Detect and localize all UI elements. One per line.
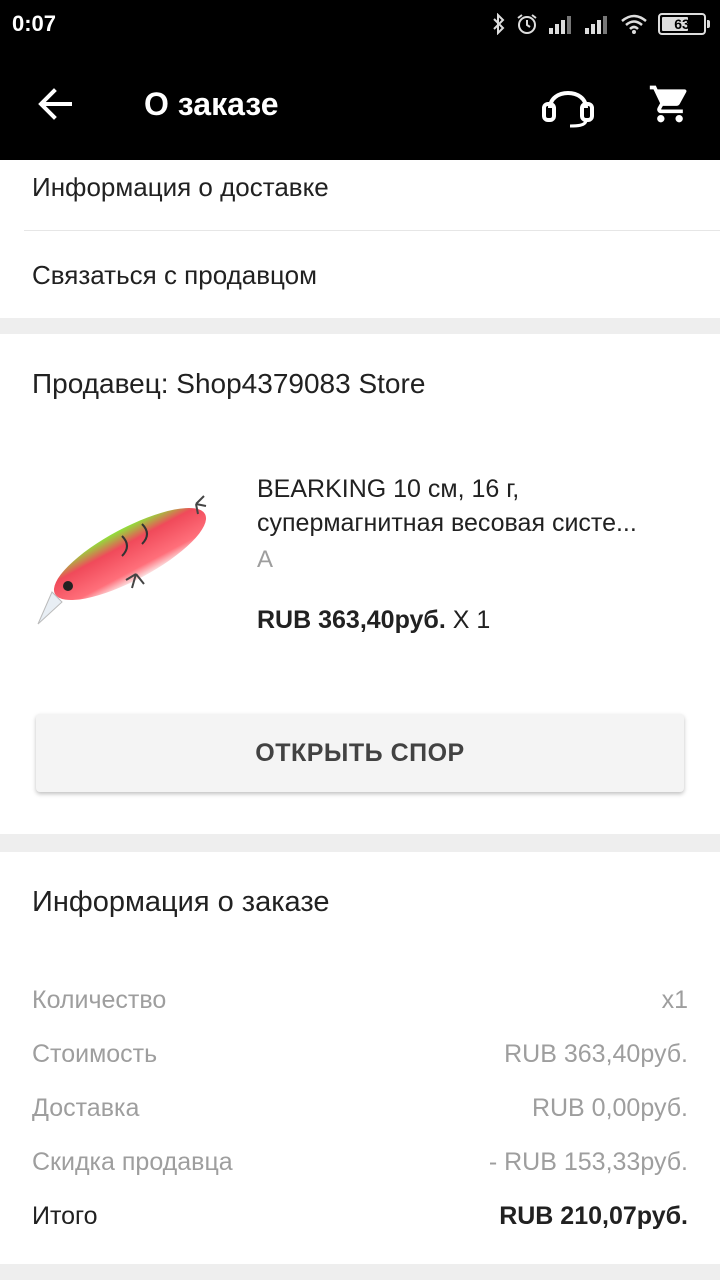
cart-icon bbox=[649, 85, 687, 123]
summary-row-total: Итого RUB 210,07руб. bbox=[32, 1202, 688, 1236]
links-card: Информация о доставке Связаться с продав… bbox=[0, 160, 720, 318]
back-button[interactable] bbox=[36, 84, 76, 124]
battery-level: 63 bbox=[674, 16, 690, 32]
battery-icon: 63 bbox=[658, 13, 710, 35]
seller-name: Продавец: Shop4379083 Store bbox=[32, 368, 426, 399]
product-variant: A bbox=[257, 546, 274, 573]
product-name-line1: BEARKING 10 см, 16 г, bbox=[257, 475, 520, 503]
summary-row-delivery: Доставка RUB 0,00руб. bbox=[32, 1094, 688, 1128]
page-title: О заказе bbox=[144, 86, 279, 122]
cart-button[interactable] bbox=[648, 82, 692, 126]
total-value: RUB 210,07руб. bbox=[499, 1202, 688, 1230]
contact-seller-link[interactable]: Связаться с продавцом bbox=[32, 260, 317, 291]
open-dispute-button[interactable]: ОТКРЫТЬ СПОР bbox=[36, 714, 684, 792]
total-label: Итого bbox=[32, 1202, 98, 1230]
summary-label: Скидка продавца bbox=[32, 1148, 233, 1176]
summary-label: Стоимость bbox=[32, 1040, 158, 1068]
toolbar: О заказе bbox=[0, 48, 720, 160]
support-button[interactable] bbox=[540, 80, 596, 128]
alarm-icon bbox=[517, 14, 537, 34]
order-info-card: Информация о заказе Количество x1 Стоимо… bbox=[0, 852, 720, 1264]
signal-icon-2 bbox=[585, 16, 607, 34]
summary-row-cost: Стоимость RUB 363,40руб. bbox=[32, 1040, 688, 1074]
product-quantity: X 1 bbox=[445, 606, 491, 634]
summary-row-quantity: Количество x1 bbox=[32, 986, 688, 1020]
summary-label: Доставка bbox=[32, 1094, 140, 1122]
wifi-icon bbox=[621, 14, 647, 34]
summary-row-seller-discount: Скидка продавца - RUB 153,33руб. bbox=[32, 1148, 688, 1182]
product-name[interactable]: BEARKING 10 см, 16 г, супермагнитная вес… bbox=[257, 472, 693, 540]
delivery-info-link[interactable]: Информация о доставке bbox=[32, 172, 329, 203]
summary-label: Количество bbox=[32, 986, 167, 1014]
product-price-line: RUB 363,40руб. X 1 bbox=[257, 606, 490, 635]
order-info-title: Информация о заказе bbox=[32, 886, 330, 918]
summary-value: x1 bbox=[661, 986, 688, 1014]
product-price: RUB 363,40руб. bbox=[257, 606, 446, 634]
arrow-left-icon bbox=[38, 88, 72, 120]
signal-icon bbox=[549, 16, 571, 34]
product-card: Продавец: Shop4379083 Store BEARKING 10 … bbox=[0, 334, 720, 834]
status-icons: 63 bbox=[492, 10, 710, 38]
product-image[interactable] bbox=[32, 474, 228, 654]
status-bar: 0:07 63 bbox=[0, 0, 720, 48]
summary-value: - RUB 153,33руб. bbox=[488, 1148, 688, 1176]
status-time: 0:07 bbox=[12, 11, 57, 36]
divider bbox=[24, 230, 720, 231]
headset-icon bbox=[542, 91, 594, 128]
product-name-line2: супермагнитная весовая систе... bbox=[257, 509, 637, 537]
summary-value: RUB 363,40руб. bbox=[504, 1040, 688, 1068]
summary-value: RUB 0,00руб. bbox=[531, 1094, 688, 1122]
bluetooth-icon bbox=[493, 13, 505, 35]
